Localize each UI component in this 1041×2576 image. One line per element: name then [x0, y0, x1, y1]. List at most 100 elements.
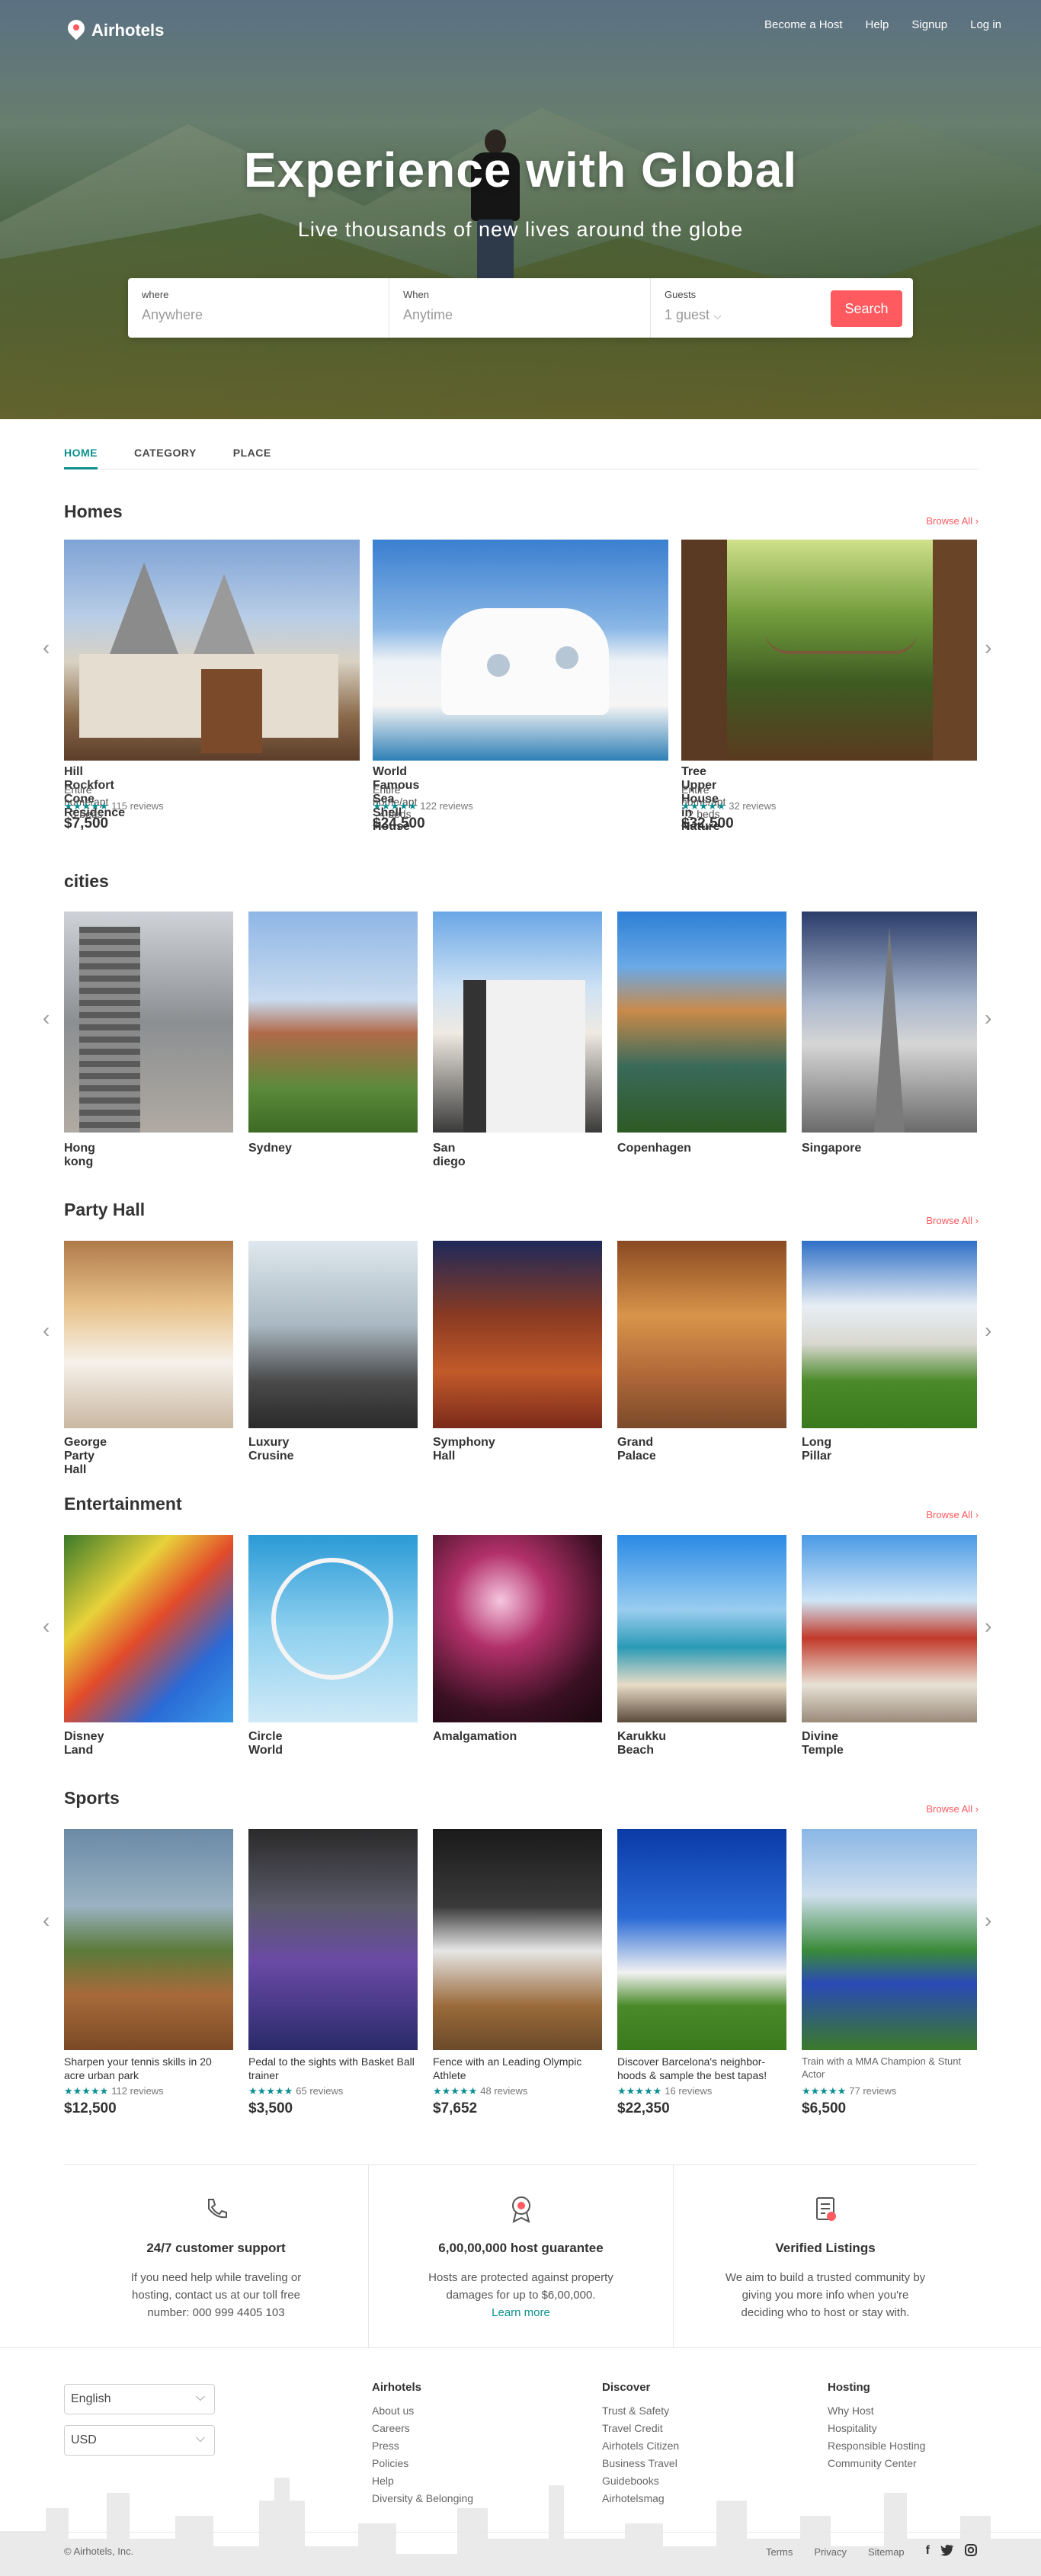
sports-photo [802, 1829, 977, 2050]
when-input[interactable]: Anytime [403, 307, 636, 323]
footer-link[interactable]: Airhotels Citizen [602, 2440, 679, 2457]
sports-next-arrow[interactable]: › [985, 1908, 991, 1933]
tab-category[interactable]: CATEGORY [134, 439, 197, 469]
brand-logo[interactable]: Airhotels [67, 20, 164, 41]
entertainment-photo [617, 1535, 786, 1722]
party-browse-all[interactable]: Browse All › [926, 1215, 979, 1226]
chevron-down-icon: ⌵ [195, 2391, 205, 2404]
sports-price: $3,500 [248, 2100, 293, 2116]
when-field[interactable]: When Anytime [389, 278, 651, 338]
guests-select[interactable]: 1 guest [665, 307, 709, 322]
entertainment-browse-all[interactable]: Browse All › [926, 1509, 979, 1520]
where-input[interactable]: Anywhere [142, 307, 375, 323]
footer-link[interactable]: Help [372, 2475, 473, 2492]
award-icon [506, 2193, 537, 2224]
tab-home[interactable]: HOME [64, 439, 98, 469]
cities-next-arrow[interactable]: › [985, 1006, 991, 1030]
footer-link[interactable]: Business Travel [602, 2457, 679, 2475]
footer-link[interactable]: Press [372, 2440, 473, 2457]
sports-rating: ★★★★★ 77 reviews [802, 2085, 897, 2097]
party-photo [433, 1241, 602, 1428]
home-photo [64, 540, 360, 761]
tab-place[interactable]: PLACE [233, 439, 271, 469]
entertainment-name: Disney Land [64, 1730, 104, 1757]
home-rating: ★★★★★ 115 reviews [64, 800, 164, 812]
homes-prev-arrow[interactable]: ‹ [43, 636, 50, 660]
nav-become-host[interactable]: Become a Host [764, 18, 843, 31]
entertainment-prev-arrow[interactable]: ‹ [43, 1614, 50, 1639]
home-photo [681, 540, 977, 761]
sports-rating: ★★★★★ 16 reviews [617, 2085, 713, 2097]
footer-link[interactable]: Why Host [828, 2405, 925, 2422]
cities-prev-arrow[interactable]: ‹ [43, 1006, 50, 1030]
footer-link[interactable]: Policies [372, 2457, 473, 2475]
footer-link[interactable]: About us [372, 2405, 473, 2422]
homes-next-arrow[interactable]: › [985, 636, 991, 660]
sports-price: $6,500 [802, 2100, 847, 2116]
party-next-arrow[interactable]: › [985, 1318, 991, 1343]
entertainment-title: Entertainment [64, 1494, 182, 1514]
footer-link[interactable]: Community Center [828, 2457, 925, 2475]
entertainment-name: Circle World [248, 1730, 283, 1757]
footer-link[interactable]: Responsible Hosting [828, 2440, 925, 2457]
footer-link[interactable]: Hospitality [828, 2422, 925, 2440]
terms-link[interactable]: Terms [766, 2546, 793, 2558]
footer-col-discover: Discover Trust & Safety Travel Credit Ai… [602, 2381, 679, 2510]
party-name: George Party Hall [64, 1436, 107, 1476]
sports-photo [433, 1829, 602, 2050]
sports-rating: ★★★★★ 112 reviews [64, 2085, 164, 2097]
cities-title: cities [64, 871, 109, 891]
footer-link[interactable]: Airhotelsmag [602, 2492, 679, 2510]
city-photo [248, 912, 418, 1133]
entertainment-photo [64, 1535, 233, 1722]
sports-price: $22,350 [617, 2100, 670, 2116]
footer-bottom-links: Terms Privacy Sitemap f [766, 2544, 977, 2560]
feature-verified: Verified Listings We aim to build a trus… [674, 2164, 977, 2347]
sports-name: Sharpen your tennis skills in 20 acre ur… [64, 2055, 212, 2081]
footer-link[interactable]: Careers [372, 2422, 473, 2440]
search-button[interactable]: Search [831, 290, 902, 327]
entertainment-photo [802, 1535, 977, 1722]
footer-link[interactable]: Guidebooks [602, 2475, 679, 2492]
sports-name: Pedal to the sights with Basket Ball tra… [248, 2055, 415, 2081]
city-photo [433, 912, 602, 1133]
nav-signup[interactable]: Signup [911, 18, 947, 31]
privacy-link[interactable]: Privacy [814, 2546, 847, 2558]
sitemap-link[interactable]: Sitemap [868, 2546, 905, 2558]
where-field[interactable]: where Anywhere [128, 278, 389, 338]
home-photo [373, 540, 668, 761]
facebook-icon[interactable]: f [926, 2544, 930, 2560]
brand-name: Airhotels [91, 21, 165, 40]
phone-icon [201, 2193, 232, 2224]
currency-select[interactable]: USD ⌵ [64, 2425, 215, 2456]
entertainment-next-arrow[interactable]: › [985, 1614, 991, 1639]
party-prev-arrow[interactable]: ‹ [43, 1318, 50, 1343]
footer-link[interactable]: Travel Credit [602, 2422, 679, 2440]
sports-rating: ★★★★★ 48 reviews [433, 2085, 528, 2097]
instagram-icon[interactable] [965, 2544, 977, 2560]
chevron-down-icon: ⌵ [713, 309, 722, 322]
main-tabs: HOME CATEGORY PLACE [64, 439, 979, 469]
homes-browse-all[interactable]: Browse All › [926, 515, 979, 527]
city-photo [617, 912, 786, 1133]
learn-more-link[interactable]: Learn more [492, 2306, 550, 2319]
guests-field[interactable]: Guests 1 guest ⌵ [651, 278, 834, 338]
sports-name: Fence with an Leading Olympic Athlete [433, 2055, 582, 2081]
footer-link[interactable]: Trust & Safety [602, 2405, 679, 2422]
sports-prev-arrow[interactable]: ‹ [43, 1908, 50, 1933]
nav-login[interactable]: Log in [970, 18, 1001, 31]
home-price: $7,500 [64, 815, 109, 831]
city-name: Copenhagen [617, 1142, 691, 1155]
copyright: © Airhotels, Inc. [64, 2546, 134, 2557]
entertainment-photo [433, 1535, 602, 1722]
home-price: $32,500 [681, 815, 734, 831]
twitter-icon[interactable] [940, 2544, 954, 2560]
footer-link[interactable]: Diversity & Belonging [372, 2492, 473, 2510]
feature-support: 24/7 customer support If you need help w… [64, 2164, 369, 2347]
party-name: Luxury Crusine [248, 1436, 294, 1463]
feature-guarantee: 6,00,00,000 host guarantee Hosts are pro… [369, 2164, 674, 2347]
party-photo [802, 1241, 977, 1428]
nav-help[interactable]: Help [866, 18, 889, 31]
language-select[interactable]: English ⌵ [64, 2384, 215, 2414]
sports-browse-all[interactable]: Browse All › [926, 1803, 979, 1815]
